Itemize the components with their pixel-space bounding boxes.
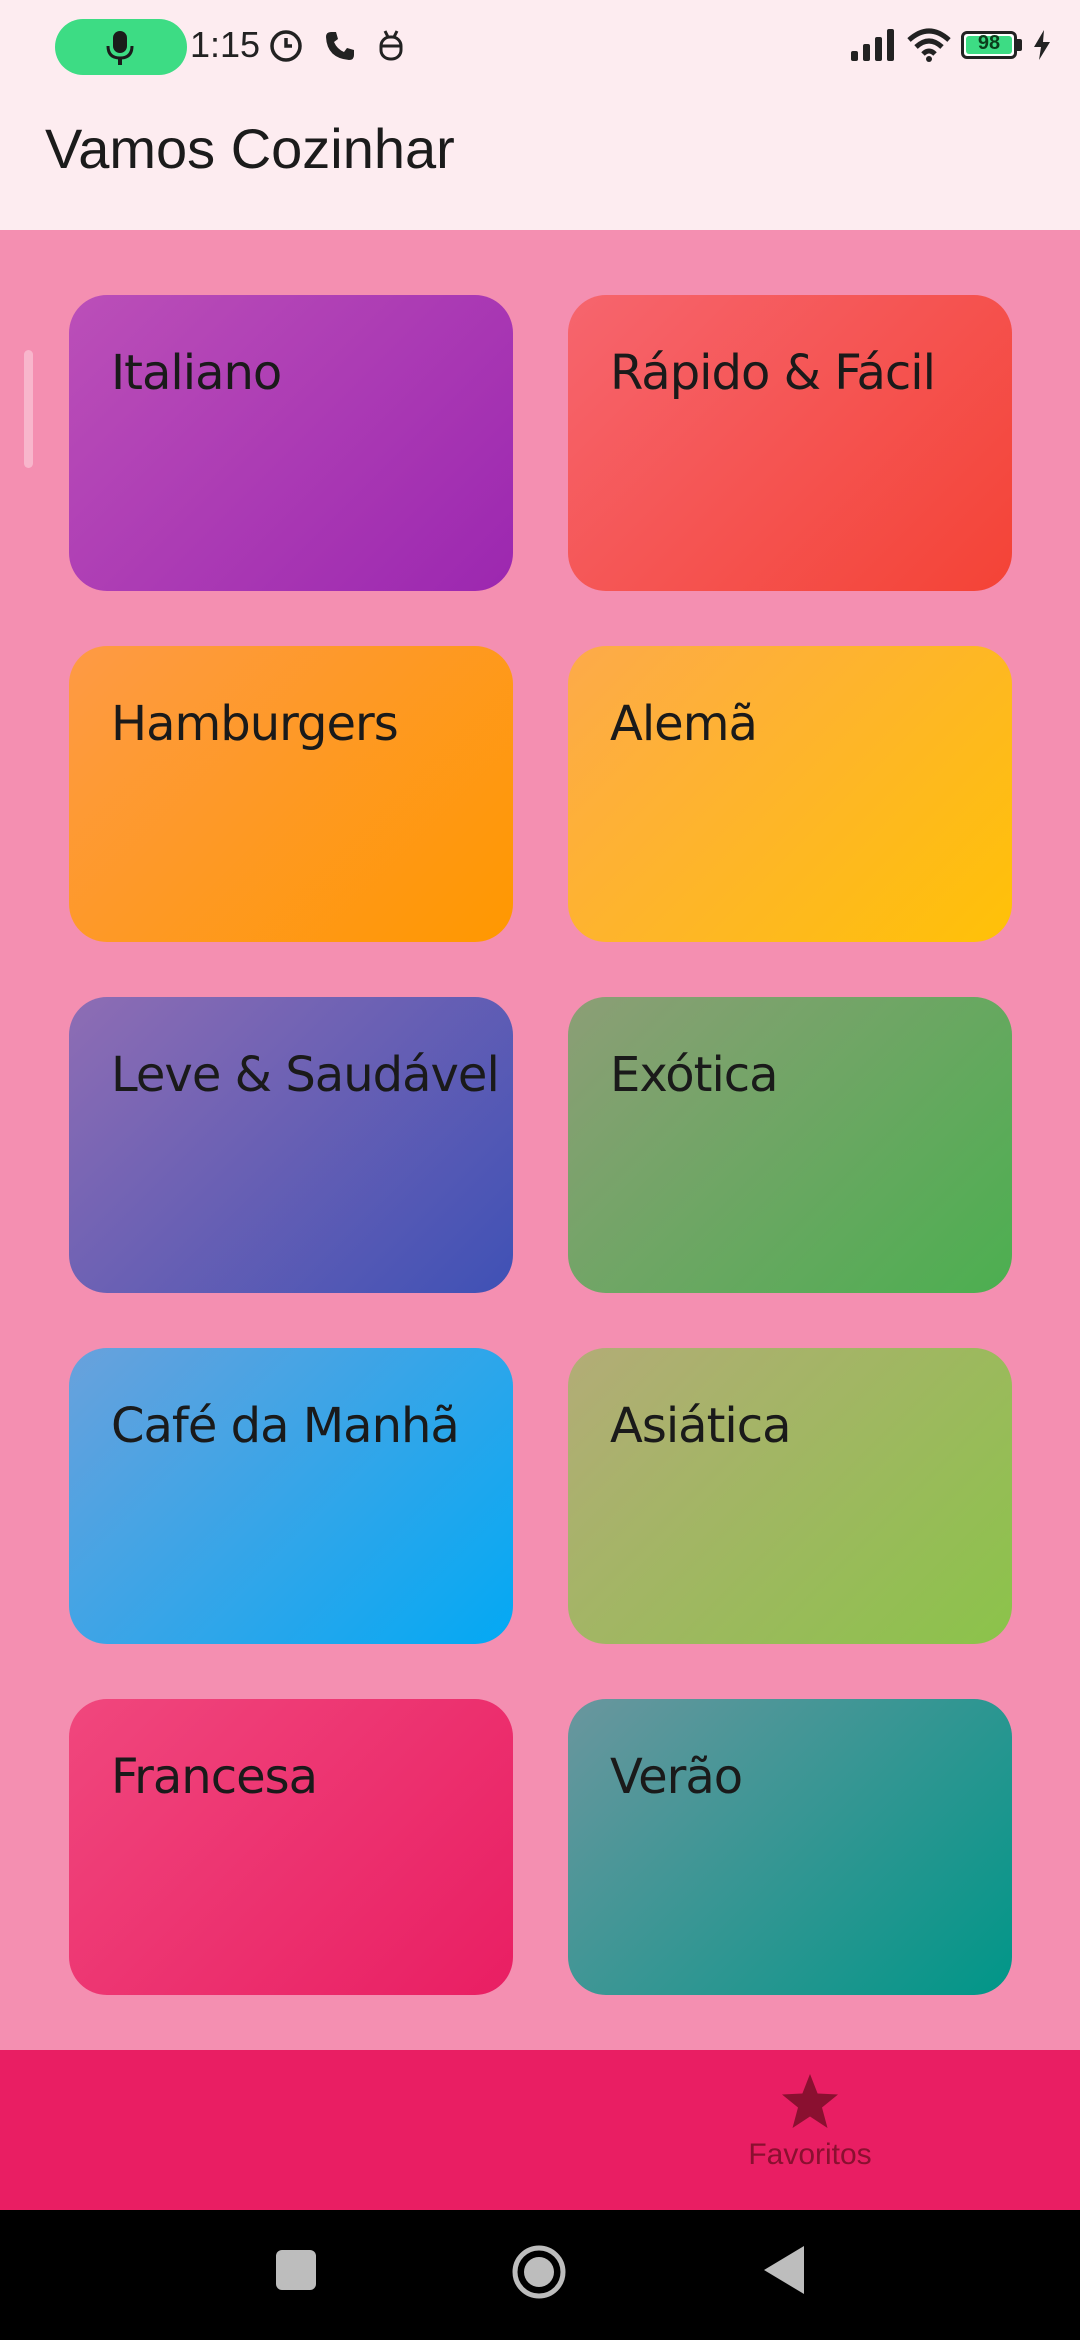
category-label: Alemã (610, 696, 758, 752)
nav-item-label: Favoritos (748, 2138, 872, 2171)
category-tile-alema[interactable]: Alemã (568, 646, 1012, 942)
home-icon[interactable] (511, 2244, 567, 2300)
category-tile-italiano[interactable]: Italiano (69, 295, 513, 591)
star-icon (782, 2074, 838, 2128)
android-debug-icon (379, 30, 403, 61)
category-label: Asiática (610, 1398, 792, 1454)
category-label: Rápido & Fácil (610, 345, 936, 401)
charging-icon (1034, 30, 1050, 60)
signal-icon (851, 29, 894, 61)
phone-icon (326, 32, 355, 60)
alarm-icon (270, 30, 302, 62)
system-navigation-bar (0, 2210, 1080, 2340)
wifi-icon (907, 28, 951, 62)
category-label: Exótica (610, 1047, 779, 1103)
back-icon[interactable] (762, 2244, 806, 2296)
category-label: Leve & Saudável (111, 1047, 500, 1103)
category-label: Italiano (111, 345, 282, 401)
category-tile-rapido-facil[interactable]: Rápido & Fácil (568, 295, 1012, 591)
category-label: Verão (610, 1749, 743, 1805)
category-label: Hamburgers (111, 696, 399, 752)
status-notification-icons (268, 28, 420, 64)
nav-item-favoritos[interactable]: Favoritos (720, 2072, 900, 2172)
category-tile-exotica[interactable]: Exótica (568, 997, 1012, 1293)
category-tile-leve-saudavel[interactable]: Leve & Saudável (69, 997, 513, 1293)
category-label: Café da Manhã (111, 1398, 460, 1454)
category-tile-asiatica[interactable]: Asiática (568, 1348, 1012, 1644)
category-label: Francesa (111, 1749, 318, 1805)
categories-grid: Italiano Rápido & Fácil Hamburgers Alemã… (69, 295, 1012, 1995)
battery-tip (1017, 39, 1022, 51)
category-tile-verao[interactable]: Verão (568, 1699, 1012, 1995)
app-bar: Vamos Cozinhar (0, 96, 1080, 230)
bottom-navigation-bar: Favoritos (0, 2050, 1080, 2210)
mic-indicator[interactable] (55, 19, 187, 75)
category-tile-francesa[interactable]: Francesa (69, 1699, 513, 1995)
recents-icon[interactable] (274, 2248, 318, 2292)
status-time: 1:15 (190, 24, 261, 65)
category-tile-hamburgers[interactable]: Hamburgers (69, 646, 513, 942)
categories-screen[interactable]: Italiano Rápido & Fácil Hamburgers Alemã… (0, 230, 1080, 2050)
mic-icon (106, 31, 134, 65)
system-status-icons: 98 (841, 28, 1052, 62)
battery-level: 98 (977, 32, 1001, 54)
category-tile-cafe-da-manha[interactable]: Café da Manhã (69, 1348, 513, 1644)
status-bar: 1:15 98 (0, 0, 1080, 96)
scroll-indicator (24, 350, 33, 468)
page-title: Vamos Cozinhar (45, 117, 455, 180)
battery-icon: 98 (961, 31, 1017, 59)
